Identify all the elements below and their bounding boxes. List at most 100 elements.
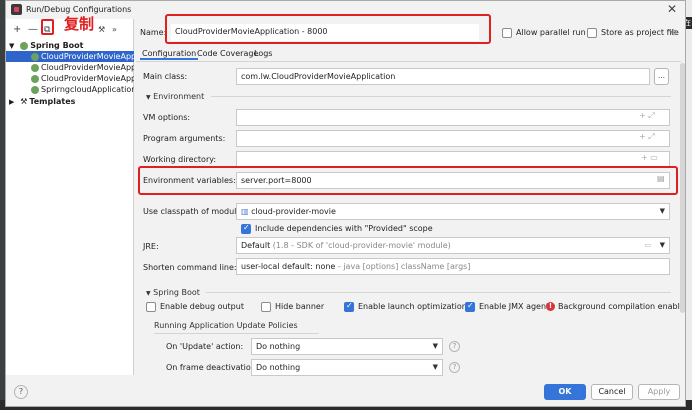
tree-item-label: CloudProviderMovieApp [41, 52, 134, 61]
background-right-edge [686, 0, 692, 410]
help-icon[interactable]: ? [449, 362, 460, 373]
tree-group-spring-boot[interactable]: ▼ Spring Boot [6, 40, 134, 51]
folder-icon: ▭ [644, 241, 651, 249]
section-label: Environment [153, 92, 205, 101]
expand-icon[interactable]: + ⤢ [639, 111, 655, 121]
shorten-value: user-local default: none [241, 262, 336, 271]
launch-opt-checkbox[interactable] [344, 301, 354, 312]
spring-leaf-icon [31, 63, 39, 72]
chevron-down-icon: ▼ [432, 363, 438, 371]
error-icon: ! [546, 302, 555, 311]
classpath-select[interactable]: ▥ cloud-provider-movie ▼ [236, 203, 670, 220]
jmx-label: Enable JMX agent [479, 302, 550, 311]
tree-item-config[interactable]: CloudProviderMovieApp [6, 51, 134, 62]
tree-item-label: CloudProviderMovieApp [41, 63, 134, 72]
settings-gear-icon[interactable]: ⚙ [670, 28, 677, 37]
tree-item-label: SprirngcloudApplication [41, 85, 134, 94]
include-deps-label: Include dependencies with "Provided" sco… [255, 224, 433, 233]
tab-divider [136, 61, 681, 62]
expand-icon[interactable]: + ⤢ [639, 132, 655, 142]
spring-leaf-icon [31, 74, 39, 83]
module-icon: ▥ [241, 207, 249, 216]
allow-parallel-checkbox[interactable] [502, 28, 512, 38]
wrench-icon[interactable]: ⚒ [98, 25, 105, 35]
chevron-down-icon: ▼ [659, 207, 665, 215]
run-debug-dialog: Run/Debug Configurations ✕ + — ⧉ ⚒ » ▼ S… [5, 0, 686, 407]
tab-configuration[interactable]: Configuration [140, 49, 199, 60]
environment-section[interactable]: ▼ Environment [146, 92, 204, 101]
folder-icon[interactable]: + ▭ [641, 153, 658, 162]
chevron-down-icon: ▼ [9, 42, 15, 50]
shorten-hint: - java [options] className [args] [337, 262, 471, 271]
jre-hint: (1.8 - SDK of 'cloud-provider-movie' mod… [272, 241, 451, 250]
hide-banner-checkbox[interactable] [261, 302, 271, 312]
chevron-down-icon: ▼ [146, 290, 151, 297]
chevron-down-icon: ▼ [659, 241, 665, 249]
working-dir-label: Working directory: [143, 155, 217, 164]
browse-class-button[interactable]: … [654, 68, 669, 85]
bg-compilation-label: Background compilation enabled [558, 302, 686, 311]
spring-leaf-icon [31, 85, 39, 94]
on-update-label: On 'Update' action: [166, 342, 244, 351]
on-update-value: Do nothing [256, 342, 301, 351]
running-update-heading: Running Application Update Policies [154, 321, 298, 330]
intellij-app-icon [11, 4, 22, 15]
main-class-label: Main class: [143, 72, 188, 81]
tree-item-label: CloudProviderMovieApp [41, 74, 134, 83]
spring-boot-section[interactable]: ▼ Spring Boot [146, 288, 200, 297]
main-class-input[interactable]: com.lw.CloudProviderMovieApplication [236, 68, 650, 85]
config-tree-panel: + — ⧉ ⚒ » ▼ Spring Boot CloudProviderMov… [6, 19, 134, 375]
tree-group-label: Spring Boot [30, 41, 84, 50]
tree-item-config[interactable]: SprirngcloudApplication [6, 84, 134, 95]
name-highlight-box [165, 14, 491, 44]
chevron-down-icon: ▼ [432, 342, 438, 350]
cancel-button[interactable]: Cancel [591, 384, 633, 400]
tree-item-config[interactable]: CloudProviderMovieApp [6, 62, 134, 73]
jre-value: Default [241, 241, 271, 250]
scrollbar[interactable] [680, 63, 685, 313]
include-deps-checkbox[interactable] [241, 223, 251, 234]
help-icon[interactable]: ? [449, 341, 460, 352]
on-frame-label: On frame deactivation: [166, 363, 259, 372]
classpath-value: cloud-provider-movie [251, 207, 336, 216]
help-button[interactable]: ? [14, 385, 28, 399]
section-divider [206, 292, 671, 293]
section-divider [211, 96, 671, 97]
name-label: Name: [140, 28, 167, 37]
store-project-checkbox[interactable] [587, 28, 597, 38]
copy-highlight-box [41, 19, 54, 35]
more-chevron-icon[interactable]: » [112, 25, 117, 35]
hide-banner-label: Hide banner [275, 302, 325, 311]
tree-group-templates[interactable]: ▶ ⚒ Templates [6, 96, 134, 107]
chevron-down-icon: ▼ [146, 94, 151, 101]
on-frame-select[interactable]: Do nothing ▼ [251, 359, 443, 376]
copy-annotation-label: 复制 [64, 15, 95, 33]
close-icon[interactable]: ✕ [667, 2, 677, 16]
tab-logs[interactable]: Logs [252, 49, 274, 58]
store-project-label: Store as project file [601, 28, 679, 37]
vm-options-input[interactable] [236, 109, 670, 126]
shorten-select[interactable]: user-local default: none - java [options… [236, 258, 670, 275]
apply-button[interactable]: Apply [638, 384, 680, 400]
program-args-input[interactable] [236, 130, 670, 147]
chevron-right-icon: ▶ [9, 98, 15, 106]
jre-select[interactable]: Default (1.8 - SDK of 'cloud-provider-mo… [236, 237, 670, 254]
tree-group-label: Templates [29, 97, 76, 106]
classpath-label: Use classpath of module: [143, 207, 245, 216]
ok-button[interactable]: OK [544, 384, 586, 400]
jre-label: JRE: [143, 242, 159, 251]
jmx-checkbox[interactable] [465, 301, 475, 312]
on-update-select[interactable]: Do nothing ▼ [251, 338, 443, 355]
enable-debug-checkbox[interactable] [146, 302, 156, 312]
tree-item-config[interactable]: CloudProviderMovieApp [6, 73, 134, 84]
tab-code-coverage[interactable]: Code Coverage [195, 49, 260, 58]
on-frame-value: Do nothing [256, 363, 301, 372]
shorten-label: Shorten command line: [143, 263, 237, 272]
env-vars-highlight-box [138, 166, 678, 195]
add-icon[interactable]: + [13, 25, 21, 35]
wrench-icon: ⚒ [20, 97, 28, 106]
program-args-label: Program arguments: [143, 134, 226, 143]
spring-boot-icon [20, 41, 29, 50]
launch-opt-label: Enable launch optimization [358, 302, 467, 311]
remove-icon[interactable]: — [28, 25, 38, 35]
